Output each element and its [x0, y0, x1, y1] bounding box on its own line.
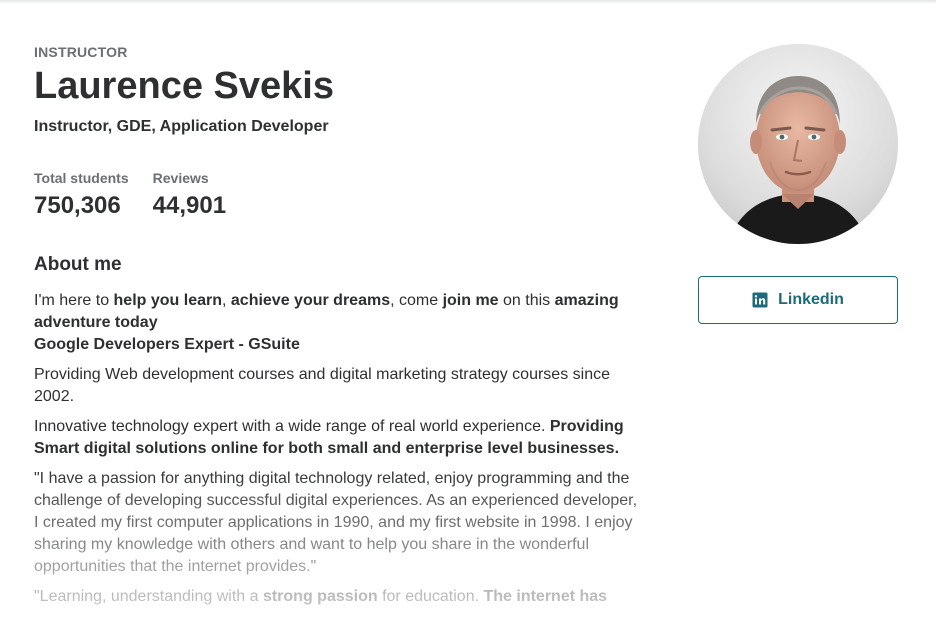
stat-value: 44,901	[152, 192, 227, 219]
about-paragraph: Innovative technology expert with a wide…	[34, 416, 640, 460]
stat-value: 750,306	[34, 192, 121, 219]
about-text: Innovative technology expert with a wide…	[34, 418, 550, 435]
about-body: I'm here to help you learn, achieve your…	[0, 290, 640, 633]
about-fade-section: "I have a passion for anything digital t…	[0, 468, 640, 633]
stat-label: Total students	[34, 170, 129, 186]
stat-reviews: Reviews 44,901	[153, 170, 226, 220]
linkedin-label: Linkedin	[778, 291, 844, 308]
instructor-name: Laurence Svekis	[34, 65, 334, 107]
about-paragraph: Providing Web development courses and di…	[34, 366, 610, 405]
about-heading: About me	[34, 254, 122, 275]
header-shadow	[0, 0, 936, 4]
about-text: ,	[222, 292, 231, 309]
about-text: "Learning, understanding with a	[34, 588, 263, 605]
instructor-profile: INSTRUCTOR Laurence Svekis Instructor, G…	[0, 44, 640, 633]
instructor-headline: Instructor, GDE, Application Developer	[34, 118, 329, 135]
about-bold-text: achieve your dreams	[230, 292, 391, 309]
about-text: for education.	[377, 588, 484, 605]
about-paragraph: I'm here to help you learn, achieve your…	[34, 290, 640, 356]
about-bold-text: Google Developers Expert - GSuite	[34, 336, 300, 353]
instructor-stats: Total students 750,306 Reviews 44,901	[34, 170, 640, 220]
about-bold-text: help you learn	[113, 292, 222, 309]
about-bold-text: strong passion	[262, 588, 378, 605]
stat-total-students: Total students 750,306	[34, 170, 129, 220]
avatar-portrait-icon	[698, 44, 898, 244]
about-bold-text: The internet has	[483, 588, 608, 605]
about-text: on this	[498, 292, 555, 309]
about-bold-text: join me	[442, 292, 499, 309]
about-paragraph: "I have a passion for anything digital t…	[34, 470, 638, 575]
profile-sidebar: Linkedin	[698, 44, 898, 324]
stat-label: Reviews	[152, 170, 209, 186]
linkedin-button[interactable]: Linkedin	[698, 276, 898, 324]
about-text: , come	[390, 292, 443, 309]
linkedin-icon	[752, 292, 768, 308]
about-text: I'm here to	[34, 292, 114, 309]
about-paragraph: "Learning, understanding with a strong p…	[34, 586, 640, 608]
instructor-eyebrow: INSTRUCTOR	[34, 44, 128, 60]
avatar	[698, 44, 898, 244]
